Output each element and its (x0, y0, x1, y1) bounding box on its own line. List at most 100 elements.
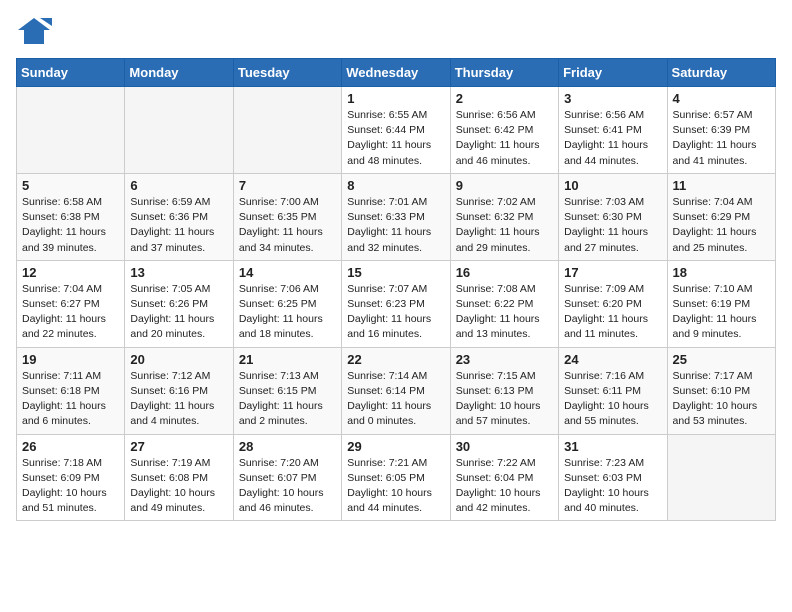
day-number: 22 (347, 352, 444, 367)
weekday-header-wednesday: Wednesday (342, 59, 450, 87)
calendar-week-row: 19Sunrise: 7:11 AM Sunset: 6:18 PM Dayli… (17, 347, 776, 434)
calendar-cell: 4 Sunrise: 6:57 AM Sunset: 6:39 PM Daylig… (667, 87, 775, 174)
calendar-cell: 8 Sunrise: 7:01 AM Sunset: 6:33 PM Daylig… (342, 173, 450, 260)
weekday-header-sunday: Sunday (17, 59, 125, 87)
day-info: Sunrise: 7:12 AM Sunset: 6:16 PM Dayligh… (130, 369, 227, 430)
calendar-cell: 26 Sunrise: 7:18 AM Sunset: 6:09 PM Dayli… (17, 434, 125, 521)
calendar-cell: 29 Sunrise: 7:21 AM Sunset: 6:05 PM Dayli… (342, 434, 450, 521)
calendar-week-row: 5Sunrise: 6:58 AM Sunset: 6:38 PM Daylig… (17, 173, 776, 260)
day-info: Sunrise: 7:13 AM Sunset: 6:15 PM Dayligh… (239, 369, 336, 430)
calendar-cell: 2Sunrise: 6:56 AM Sunset: 6:42 PM Daylig… (450, 87, 558, 174)
day-info: Sunrise: 6:57 AM Sunset: 6:39 PM Dayligh… (673, 108, 770, 169)
calendar-cell: 16 Sunrise: 7:08 AM Sunset: 6:22 PM Dayli… (450, 260, 558, 347)
day-info: Sunrise: 7:02 AM Sunset: 6:32 PM Dayligh… (456, 195, 553, 256)
day-number: 12 (22, 265, 119, 280)
day-info: Sunrise: 6:56 AM Sunset: 6:42 PM Dayligh… (456, 108, 553, 169)
calendar-table: SundayMondayTuesdayWednesdayThursdayFrid… (16, 58, 776, 521)
day-info: Sunrise: 7:00 AM Sunset: 6:35 PM Dayligh… (239, 195, 336, 256)
day-number: 24 (564, 352, 661, 367)
day-info: Sunrise: 7:06 AM Sunset: 6:25 PM Dayligh… (239, 282, 336, 343)
day-info: Sunrise: 6:56 AM Sunset: 6:41 PM Dayligh… (564, 108, 661, 169)
calendar-cell: 18Sunrise: 7:10 AM Sunset: 6:19 PM Dayli… (667, 260, 775, 347)
day-info: Sunrise: 7:22 AM Sunset: 6:04 PM Dayligh… (456, 456, 553, 517)
day-number: 17 (564, 265, 661, 280)
calendar-cell: 6Sunrise: 6:59 AM Sunset: 6:36 PM Daylig… (125, 173, 233, 260)
day-info: Sunrise: 6:59 AM Sunset: 6:36 PM Dayligh… (130, 195, 227, 256)
weekday-header-saturday: Saturday (667, 59, 775, 87)
calendar-cell: 25 Sunrise: 7:17 AM Sunset: 6:10 PM Dayli… (667, 347, 775, 434)
day-info: Sunrise: 7:16 AM Sunset: 6:11 PM Dayligh… (564, 369, 661, 430)
day-number: 25 (673, 352, 770, 367)
day-number: 18 (673, 265, 770, 280)
calendar-cell: 27 Sunrise: 7:19 AM Sunset: 6:08 PM Dayli… (125, 434, 233, 521)
logo (16, 16, 58, 46)
calendar-cell: 12Sunrise: 7:04 AM Sunset: 6:27 PM Dayli… (17, 260, 125, 347)
day-number: 4 (673, 91, 770, 106)
calendar-cell: 24 Sunrise: 7:16 AM Sunset: 6:11 PM Dayli… (559, 347, 667, 434)
day-number: 27 (130, 439, 227, 454)
day-number: 21 (239, 352, 336, 367)
calendar-cell: 17 Sunrise: 7:09 AM Sunset: 6:20 PM Dayli… (559, 260, 667, 347)
day-number: 7 (239, 178, 336, 193)
calendar-week-row: 1 Sunrise: 6:55 AM Sunset: 6:44 PM Daylig… (17, 87, 776, 174)
day-number: 28 (239, 439, 336, 454)
day-number: 26 (22, 439, 119, 454)
day-number: 30 (456, 439, 553, 454)
weekday-header-friday: Friday (559, 59, 667, 87)
day-info: Sunrise: 7:05 AM Sunset: 6:26 PM Dayligh… (130, 282, 227, 343)
day-info: Sunrise: 7:15 AM Sunset: 6:13 PM Dayligh… (456, 369, 553, 430)
calendar-cell: 5Sunrise: 6:58 AM Sunset: 6:38 PM Daylig… (17, 173, 125, 260)
calendar-week-row: 26 Sunrise: 7:18 AM Sunset: 6:09 PM Dayli… (17, 434, 776, 521)
day-info: Sunrise: 7:20 AM Sunset: 6:07 PM Dayligh… (239, 456, 336, 517)
day-info: Sunrise: 7:19 AM Sunset: 6:08 PM Dayligh… (130, 456, 227, 517)
calendar-cell: 19Sunrise: 7:11 AM Sunset: 6:18 PM Dayli… (17, 347, 125, 434)
day-number: 5 (22, 178, 119, 193)
weekday-header-thursday: Thursday (450, 59, 558, 87)
calendar-cell: 11Sunrise: 7:04 AM Sunset: 6:29 PM Dayli… (667, 173, 775, 260)
weekday-header-monday: Monday (125, 59, 233, 87)
calendar-cell: 10Sunrise: 7:03 AM Sunset: 6:30 PM Dayli… (559, 173, 667, 260)
day-info: Sunrise: 7:18 AM Sunset: 6:09 PM Dayligh… (22, 456, 119, 517)
day-number: 23 (456, 352, 553, 367)
day-number: 20 (130, 352, 227, 367)
calendar-cell: 9 Sunrise: 7:02 AM Sunset: 6:32 PM Daylig… (450, 173, 558, 260)
calendar-cell: 7 Sunrise: 7:00 AM Sunset: 6:35 PM Daylig… (233, 173, 341, 260)
day-number: 31 (564, 439, 661, 454)
day-number: 3 (564, 91, 661, 106)
day-info: Sunrise: 7:09 AM Sunset: 6:20 PM Dayligh… (564, 282, 661, 343)
day-info: Sunrise: 7:21 AM Sunset: 6:05 PM Dayligh… (347, 456, 444, 517)
calendar-week-row: 12Sunrise: 7:04 AM Sunset: 6:27 PM Dayli… (17, 260, 776, 347)
day-number: 9 (456, 178, 553, 193)
calendar-cell: 28 Sunrise: 7:20 AM Sunset: 6:07 PM Dayli… (233, 434, 341, 521)
calendar-cell: 13 Sunrise: 7:05 AM Sunset: 6:26 PM Dayli… (125, 260, 233, 347)
calendar-cell (17, 87, 125, 174)
day-info: Sunrise: 7:08 AM Sunset: 6:22 PM Dayligh… (456, 282, 553, 343)
day-number: 14 (239, 265, 336, 280)
day-number: 11 (673, 178, 770, 193)
calendar-cell: 30 Sunrise: 7:22 AM Sunset: 6:04 PM Dayli… (450, 434, 558, 521)
calendar-cell: 23 Sunrise: 7:15 AM Sunset: 6:13 PM Dayli… (450, 347, 558, 434)
day-number: 15 (347, 265, 444, 280)
day-number: 16 (456, 265, 553, 280)
weekday-header-tuesday: Tuesday (233, 59, 341, 87)
day-number: 29 (347, 439, 444, 454)
calendar-cell: 1 Sunrise: 6:55 AM Sunset: 6:44 PM Daylig… (342, 87, 450, 174)
calendar-cell (667, 434, 775, 521)
day-info: Sunrise: 7:17 AM Sunset: 6:10 PM Dayligh… (673, 369, 770, 430)
calendar-cell: 3 Sunrise: 6:56 AM Sunset: 6:41 PM Daylig… (559, 87, 667, 174)
day-number: 1 (347, 91, 444, 106)
calendar-cell (233, 87, 341, 174)
day-number: 8 (347, 178, 444, 193)
day-info: Sunrise: 7:01 AM Sunset: 6:33 PM Dayligh… (347, 195, 444, 256)
day-number: 13 (130, 265, 227, 280)
calendar-cell: 21 Sunrise: 7:13 AM Sunset: 6:15 PM Dayli… (233, 347, 341, 434)
day-info: Sunrise: 7:11 AM Sunset: 6:18 PM Dayligh… (22, 369, 119, 430)
calendar-cell (125, 87, 233, 174)
logo-icon (16, 16, 52, 46)
day-info: Sunrise: 6:55 AM Sunset: 6:44 PM Dayligh… (347, 108, 444, 169)
day-info: Sunrise: 7:23 AM Sunset: 6:03 PM Dayligh… (564, 456, 661, 517)
day-number: 10 (564, 178, 661, 193)
calendar-cell: 20 Sunrise: 7:12 AM Sunset: 6:16 PM Dayli… (125, 347, 233, 434)
weekday-header-row: SundayMondayTuesdayWednesdayThursdayFrid… (17, 59, 776, 87)
page-header (16, 16, 776, 46)
